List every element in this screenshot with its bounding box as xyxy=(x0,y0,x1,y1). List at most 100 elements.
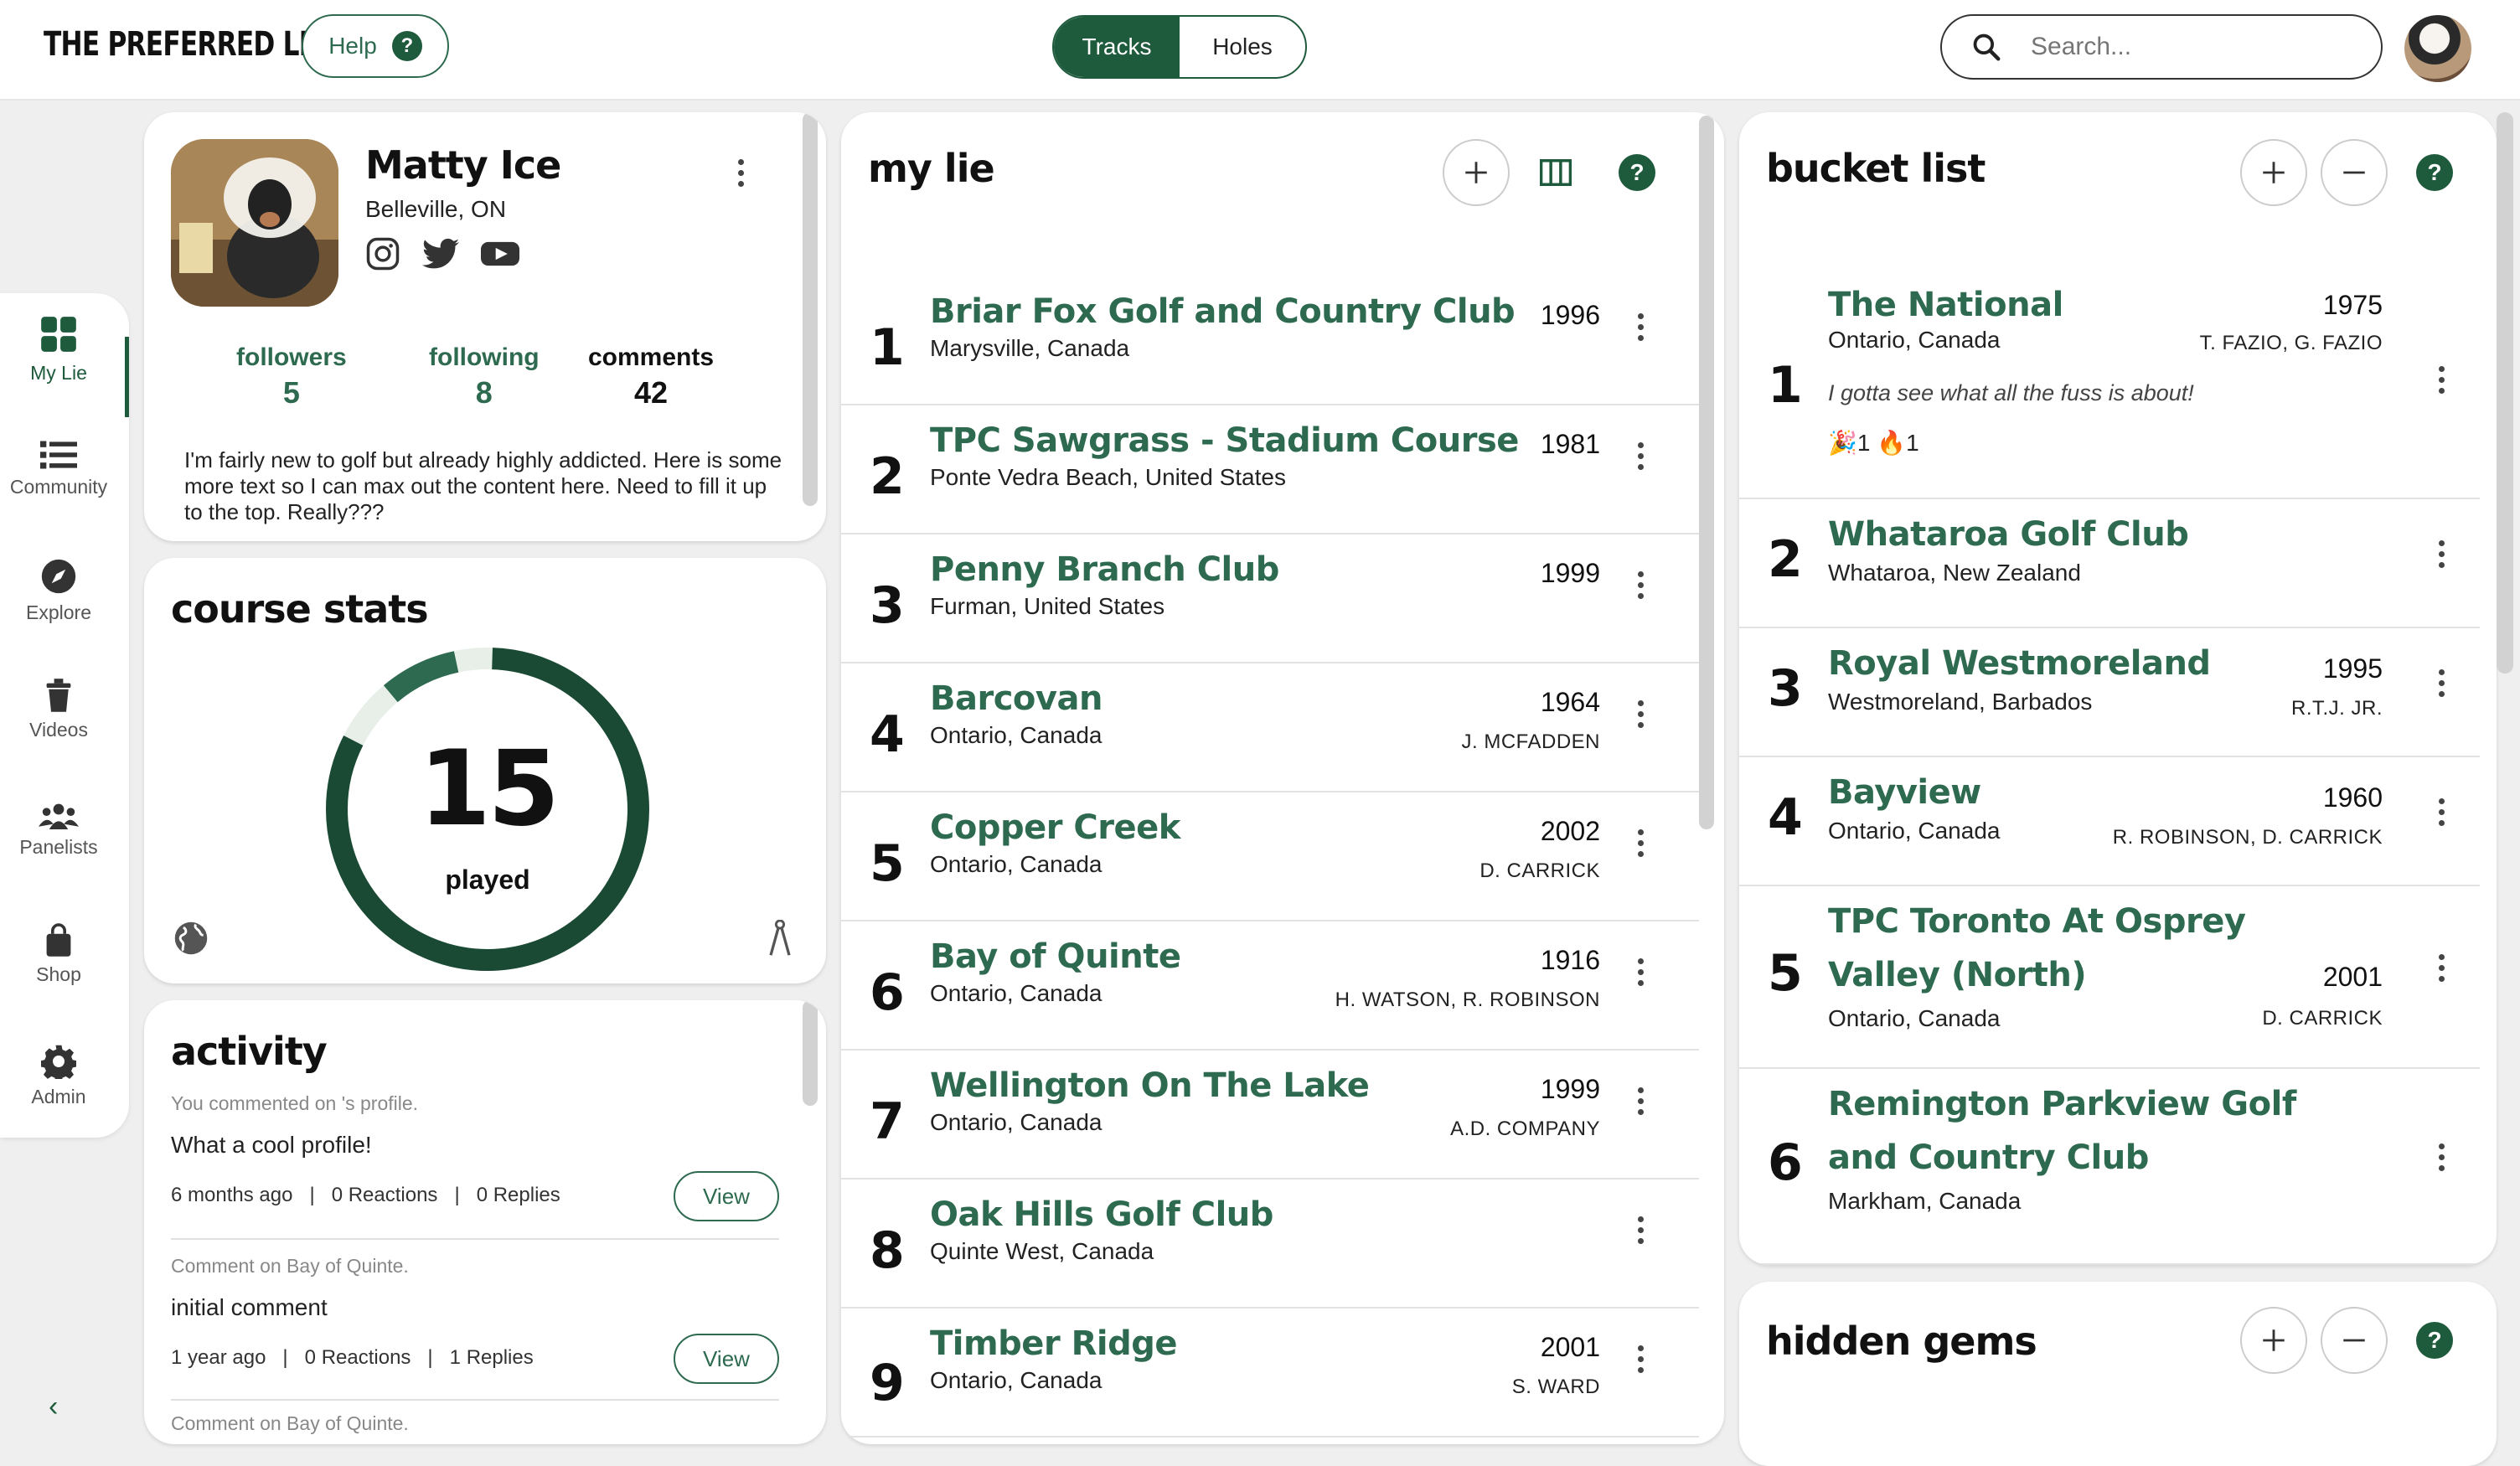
course-name-link[interactable]: Barcovan xyxy=(930,672,1102,725)
course-name-link[interactable]: Timber Ridge xyxy=(930,1317,1178,1371)
course-name-link[interactable]: Wellington On The Lake xyxy=(930,1059,1370,1112)
course-row[interactable]: 4 Barcovan Ontario, Canada 1964 J. MCFAD… xyxy=(841,663,1699,792)
hidden-gems-card: hidden gems ? xyxy=(1739,1282,2497,1466)
course-name-link[interactable]: TPC Sawgrass - Stadium Course xyxy=(930,414,1519,467)
course-row[interactable]: 2 TPC Sawgrass - Stadium Course Ponte Ve… xyxy=(841,405,1699,534)
course-rank: 2 xyxy=(870,447,905,506)
row-menu-icon[interactable] xyxy=(2433,540,2450,568)
course-row[interactable]: 7 Wellington On The Lake Ontario, Canada… xyxy=(841,1050,1699,1180)
bucket-course-name-link[interactable]: Whataroa Golf Club xyxy=(1828,508,2189,561)
row-menu-icon[interactable] xyxy=(1632,1216,1649,1244)
row-menu-icon[interactable] xyxy=(2433,798,2450,826)
followers-stat[interactable]: followers 5 xyxy=(236,343,347,410)
row-menu-icon[interactable] xyxy=(1632,1087,1649,1115)
row-menu-icon[interactable] xyxy=(1632,313,1649,341)
nav-community[interactable]: Community xyxy=(0,441,117,498)
activity-scrollbar[interactable] xyxy=(803,1000,818,1106)
tab-holes[interactable]: Holes xyxy=(1180,17,1305,77)
nav-shop[interactable]: Shop xyxy=(0,923,117,986)
nav-panelists[interactable]: Panelists xyxy=(0,803,117,859)
bucket-row[interactable]: 2 Whataroa Golf Club Whataroa, New Zeala… xyxy=(1739,499,2480,628)
my-lie-scrollbar[interactable] xyxy=(1699,116,1714,829)
course-name-link[interactable]: Oak Hills Golf Club xyxy=(930,1188,1273,1241)
add-bucket-button[interactable] xyxy=(2240,139,2307,206)
row-menu-icon[interactable] xyxy=(2433,669,2450,697)
row-menu-icon[interactable] xyxy=(1632,1345,1649,1373)
row-menu-icon[interactable] xyxy=(2433,1143,2450,1171)
activity-reactions[interactable]: 0 Reactions xyxy=(305,1346,411,1369)
row-menu-icon[interactable] xyxy=(1632,829,1649,857)
instagram-icon[interactable] xyxy=(365,236,400,271)
course-location: Ontario, Canada xyxy=(930,1109,1102,1135)
activity-replies[interactable]: 0 Replies xyxy=(477,1184,560,1206)
nav-label-explore: Explore xyxy=(26,601,91,623)
add-gem-button[interactable] xyxy=(2240,1307,2307,1374)
bucket-course-name-link[interactable]: Royal Westmoreland xyxy=(1828,637,2211,690)
user-avatar[interactable] xyxy=(2404,15,2471,82)
bucket-course-name-link[interactable]: TPC Toronto At Osprey Valley (North) xyxy=(1828,895,2347,1002)
hidden-gems-help-icon[interactable]: ? xyxy=(2416,1322,2453,1359)
my-lie-help-icon[interactable]: ? xyxy=(1619,154,1655,191)
plus-icon xyxy=(2263,162,2285,183)
globe-icon[interactable] xyxy=(173,920,209,957)
remove-bucket-button[interactable] xyxy=(2321,139,2388,206)
activity-divider xyxy=(171,1238,779,1240)
help-button[interactable]: Help ? xyxy=(302,14,449,78)
nav-admin[interactable]: Admin xyxy=(0,1044,117,1108)
course-row[interactable]: 8 Oak Hills Golf Club Quinte West, Canad… xyxy=(841,1180,1699,1309)
course-name-link[interactable]: Briar Fox Golf and Country Club xyxy=(930,285,1516,338)
tab-tracks[interactable]: Tracks xyxy=(1054,17,1180,77)
row-menu-icon[interactable] xyxy=(1632,700,1649,728)
view-button[interactable]: View xyxy=(674,1171,779,1221)
course-row[interactable]: 5 Copper Creek Ontario, Canada 2002 D. C… xyxy=(841,792,1699,921)
row-menu-icon[interactable] xyxy=(2433,954,2450,982)
twitter-icon[interactable] xyxy=(422,236,459,271)
course-row[interactable]: 1 Briar Fox Golf and Country Club Marysv… xyxy=(841,276,1699,405)
bucket-row[interactable]: 1 The National Ontario, Canada 1975 T. F… xyxy=(1739,280,2480,499)
profile-photo-image xyxy=(171,139,338,307)
plus-icon xyxy=(1465,162,1487,183)
nav-label-community: Community xyxy=(9,476,108,498)
course-name-link[interactable]: Copper Creek xyxy=(930,801,1180,854)
row-menu-icon[interactable] xyxy=(1632,442,1649,470)
bucket-row[interactable]: 3 Royal Westmoreland Westmoreland, Barba… xyxy=(1739,628,2480,757)
course-row[interactable]: 6 Bay of Quinte Ontario, Canada 1916 H. … xyxy=(841,921,1699,1050)
bucket-course-name-link[interactable]: Remington Parkview Golf and Country Club xyxy=(1828,1077,2347,1185)
row-menu-icon[interactable] xyxy=(2433,366,2450,394)
course-name-link[interactable]: Penny Branch Club xyxy=(930,543,1279,596)
add-course-button[interactable] xyxy=(1443,139,1510,206)
brand-logo[interactable]: THE PREFERRED LIE xyxy=(44,25,326,64)
bucket-course-name-link[interactable]: Bayview xyxy=(1828,766,1981,819)
youtube-icon[interactable] xyxy=(481,236,519,271)
row-menu-icon[interactable] xyxy=(1632,958,1649,986)
profile-menu-icon[interactable] xyxy=(732,159,749,187)
activity-meta: Comment on Bay of Quinte. xyxy=(171,1412,409,1434)
following-stat[interactable]: following 8 xyxy=(429,343,540,410)
bucket-row[interactable]: 4 Bayview Ontario, Canada 1960 R. ROBINS… xyxy=(1739,757,2480,886)
bucket-row[interactable]: 6 Remington Parkview Golf and Country Cl… xyxy=(1739,1069,2480,1265)
bucket-course-name-link[interactable]: The National xyxy=(1828,278,2063,332)
activity-replies[interactable]: 1 Replies xyxy=(450,1346,534,1369)
columns-icon[interactable] xyxy=(1540,159,1572,186)
nav-videos[interactable]: Videos xyxy=(0,679,117,741)
view-button[interactable]: View xyxy=(674,1334,779,1384)
bucket-help-icon[interactable]: ? xyxy=(2416,154,2453,191)
page-scrollbar[interactable] xyxy=(2497,112,2513,674)
row-menu-icon[interactable] xyxy=(1632,571,1649,599)
bucket-row[interactable]: 5 TPC Toronto At Osprey Valley (North) O… xyxy=(1739,886,2480,1069)
bucket-course-location: Ontario, Canada xyxy=(1828,818,2001,844)
collapse-nav-chevron-icon[interactable]: ‹ xyxy=(49,1391,58,1423)
remove-gem-button[interactable] xyxy=(2321,1307,2388,1374)
activity-reactions[interactable]: 0 Reactions xyxy=(332,1184,438,1206)
nav-my-lie[interactable]: My Lie xyxy=(0,313,117,385)
course-row[interactable]: 3 Penny Branch Club Furman, United State… xyxy=(841,534,1699,663)
course-name-link[interactable]: Bay of Quinte xyxy=(930,930,1181,983)
nav-explore[interactable]: Explore xyxy=(0,558,117,624)
bucket-reactions[interactable]: 🎉1 🔥1 xyxy=(1828,429,1919,457)
profile-scrollbar[interactable] xyxy=(803,112,818,506)
comments-stat[interactable]: comments 42 xyxy=(588,343,714,410)
ring-segment xyxy=(383,651,459,703)
search-input[interactable] xyxy=(2029,32,2331,62)
course-row[interactable]: 9 Timber Ridge Ontario, Canada 2001 S. W… xyxy=(841,1309,1699,1438)
compass-tool-icon[interactable] xyxy=(767,920,793,957)
